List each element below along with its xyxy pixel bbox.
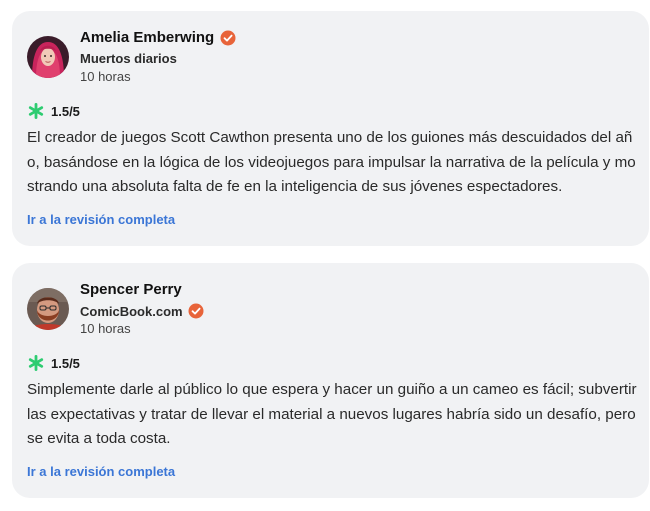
green-splat-icon — [27, 102, 45, 120]
verified-icon — [220, 30, 236, 46]
critic-avatar[interactable] — [27, 288, 69, 330]
green-splat-icon — [27, 354, 45, 372]
critic-name[interactable]: Amelia Emberwing — [80, 29, 214, 46]
rating-row: 1.5/5 — [27, 102, 80, 120]
publication-name[interactable]: Muertos diarios — [80, 51, 177, 66]
review-quote: Simplemente darle al público lo que espe… — [27, 381, 637, 447]
review-time: 10 horas — [80, 69, 131, 84]
review-quote: El creador de juegos Scott Cawthon prese… — [27, 129, 636, 195]
review-time: 10 horas — [80, 321, 131, 336]
rating-row: 1.5/5 — [27, 354, 80, 372]
full-review-link[interactable]: Ir a la revisión completa — [27, 464, 175, 479]
full-review-link[interactable]: Ir a la revisión completa — [27, 212, 175, 227]
critic-name[interactable]: Spencer Perry — [80, 281, 182, 298]
review-score: 1.5/5 — [51, 103, 80, 119]
critic-avatar[interactable] — [27, 36, 69, 78]
verified-icon — [188, 303, 204, 319]
review-score: 1.5/5 — [51, 355, 80, 371]
review-card: Amelia Emberwing Muertos diarios 10 hora… — [12, 11, 649, 246]
publication-name[interactable]: ComicBook.com — [80, 304, 183, 319]
review-card: Spencer Perry ComicBook.com 10 horas 1.5… — [12, 263, 649, 498]
